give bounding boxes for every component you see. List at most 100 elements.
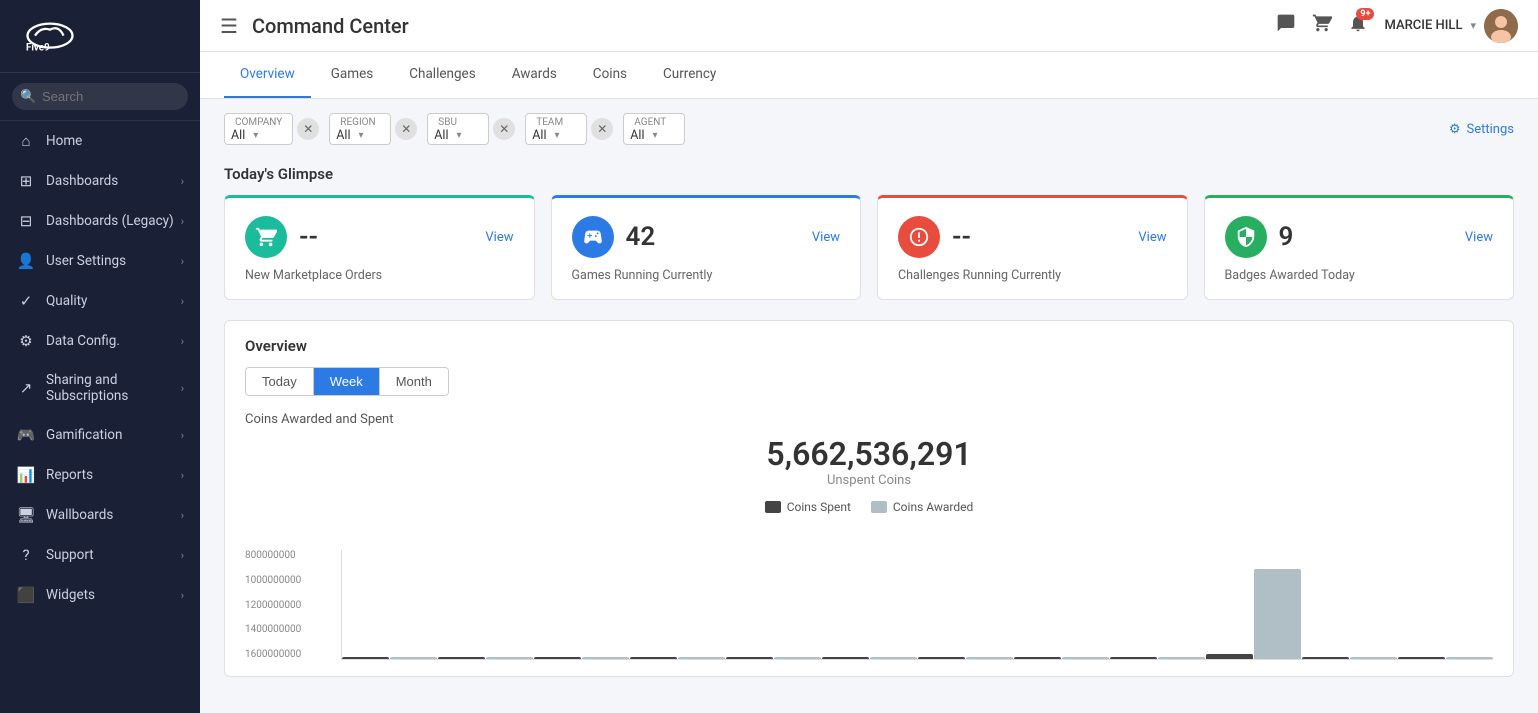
bar-group-10	[1302, 550, 1397, 659]
tab-overview[interactable]: Overview	[224, 52, 311, 98]
overview-section: Overview Today Week Month Coins Awarded …	[224, 320, 1514, 677]
sidebar-item-dashboards-legacy[interactable]: ⊟ Dashboards (Legacy) ›	[0, 201, 200, 241]
sidebar-item-quality[interactable]: ✓ Quality ›	[0, 281, 200, 321]
sbu-filter-select[interactable]: SBU All ▾	[427, 113, 489, 145]
bar-awarded-3	[678, 657, 725, 659]
tab-awards[interactable]: Awards	[496, 52, 573, 98]
sidebar-item-reports[interactable]: 📊 Reports ›	[0, 455, 200, 495]
sidebar-item-dashboards[interactable]: ⊞ Dashboards ›	[0, 161, 200, 201]
bar-spent-11	[1398, 657, 1445, 659]
period-month-button[interactable]: Month	[380, 368, 448, 395]
y-axis: 1600000000 1400000000 1200000000 1000000…	[245, 550, 325, 660]
period-today-button[interactable]: Today	[246, 368, 314, 395]
sbu-filter-remove[interactable]: ✕	[493, 118, 515, 140]
settings-link[interactable]: ⚙ Settings	[1449, 122, 1514, 137]
search-input[interactable]	[12, 83, 188, 110]
bar-group-1	[438, 550, 533, 659]
notification-icon-button[interactable]: 9+	[1348, 13, 1368, 38]
region-filter-select[interactable]: REGION All ▾	[329, 113, 391, 145]
games-view-link[interactable]: View	[812, 230, 840, 245]
chart-sub-label: Unspent Coins	[245, 473, 1493, 488]
glimpse-title: Today's Glimpse	[224, 165, 1514, 183]
sidebar-item-home[interactable]: ⌂ Home	[0, 121, 200, 161]
widgets-icon: ⬛	[16, 586, 36, 604]
sidebar-search-section: 🔍	[0, 73, 200, 121]
bar-awarded-5	[870, 657, 917, 659]
region-filter-group: REGION All ▾ ✕	[329, 113, 417, 145]
y-axis-label-2: 1200000000	[245, 600, 325, 611]
agent-filter-label: AGENT	[626, 116, 680, 128]
chat-icon-button[interactable]	[1276, 13, 1296, 38]
team-filter-remove[interactable]: ✕	[591, 118, 613, 140]
legend-awarded: Coins Awarded	[871, 500, 973, 514]
tab-challenges[interactable]: Challenges	[393, 52, 491, 98]
region-filter-label: REGION	[332, 116, 386, 128]
dashboards-legacy-icon: ⊟	[16, 212, 36, 230]
sidebar-label-wallboards: Wallboards	[46, 507, 181, 523]
region-filter-remove[interactable]: ✕	[395, 118, 417, 140]
sidebar-item-user-settings[interactable]: 👤 User Settings ›	[0, 241, 200, 281]
chevron-right-icon: ›	[181, 175, 184, 188]
header-actions: 9+ MARCIE HILL ▾	[1276, 9, 1518, 43]
sidebar-item-wallboards[interactable]: 🖥 Wallboards ›	[0, 495, 200, 535]
sidebar-item-data-config[interactable]: ⚙ Data Config. ›	[0, 321, 200, 361]
bar-group-2	[534, 550, 629, 659]
marketplace-value: --	[299, 222, 473, 252]
bar-spent-6	[918, 657, 965, 659]
chevron-right-icon-5: ›	[181, 335, 184, 348]
team-filter-label: TEAM	[528, 116, 582, 128]
home-icon: ⌂	[16, 132, 36, 150]
bar-awarded-8	[1158, 657, 1205, 659]
badges-view-link[interactable]: View	[1465, 230, 1493, 245]
sidebar-item-widgets[interactable]: ⬛ Widgets ›	[0, 575, 200, 615]
tab-currency[interactable]: Currency	[647, 52, 732, 98]
notification-badge: 9+	[1356, 8, 1374, 20]
period-week-button[interactable]: Week	[314, 368, 380, 395]
tab-coins[interactable]: Coins	[577, 52, 643, 98]
period-buttons: Today Week Month	[245, 367, 449, 396]
agent-filter-select[interactable]: AGENT All ▾	[623, 113, 685, 145]
chart-wrapper: 1600000000 1400000000 1200000000 1000000…	[245, 530, 1493, 660]
reports-icon: 📊	[16, 466, 36, 484]
sidebar-item-sharing[interactable]: ↗ Sharing and Subscriptions ›	[0, 361, 200, 415]
bar-awarded-6	[966, 657, 1013, 659]
sidebar-item-gamification[interactable]: 🎮 Gamification ›	[0, 415, 200, 455]
sidebar-label-support: Support	[46, 547, 181, 563]
sbu-filter-group: SBU All ▾ ✕	[427, 113, 515, 145]
marketplace-view-link[interactable]: View	[485, 230, 513, 245]
games-label: Games Running Currently	[572, 268, 841, 283]
sidebar-nav: ⌂ Home ⊞ Dashboards › ⊟ Dashboards (Lega…	[0, 121, 200, 713]
gear-icon: ⚙	[1449, 122, 1461, 137]
chevron-right-icon-7: ›	[181, 429, 184, 442]
sidebar: Five9 🔍 ⌂ Home ⊞ Dashboards › ⊟ Dashboar…	[0, 0, 200, 713]
gamification-icon: 🎮	[16, 426, 36, 444]
cart-icon-button[interactable]	[1312, 13, 1332, 38]
company-filter-remove[interactable]: ✕	[297, 118, 319, 140]
bar-group-11	[1398, 550, 1493, 659]
sidebar-label-data-config: Data Config.	[46, 333, 181, 349]
chevron-right-icon-8: ›	[181, 469, 184, 482]
company-filter-value: All	[227, 128, 249, 143]
challenges-view-link[interactable]: View	[1138, 230, 1166, 245]
sharing-icon: ↗	[16, 379, 36, 397]
legend-spent-dot	[765, 501, 781, 513]
data-config-icon: ⚙	[16, 332, 36, 350]
sidebar-item-support[interactable]: ? Support ›	[0, 535, 200, 575]
support-icon: ?	[16, 546, 36, 564]
content-area: Overview Games Challenges Awards Coins C…	[200, 52, 1538, 713]
chevron-right-icon-10: ›	[181, 549, 184, 562]
hamburger-menu-icon[interactable]: ☰	[220, 14, 238, 38]
challenge-icon	[898, 216, 940, 258]
company-filter-select[interactable]: COMPANY All ▾	[224, 113, 293, 145]
team-filter-select[interactable]: TEAM All ▾	[525, 113, 587, 145]
bar-group-0	[342, 550, 437, 659]
chevron-down-icon: ▾	[1470, 19, 1476, 32]
bar-spent-0	[342, 657, 389, 659]
chevron-right-icon-3: ›	[181, 255, 184, 268]
tab-games[interactable]: Games	[315, 52, 390, 98]
challenges-card: -- View Challenges Running Currently	[877, 195, 1188, 300]
user-menu[interactable]: MARCIE HILL ▾	[1384, 9, 1518, 43]
tabs-bar: Overview Games Challenges Awards Coins C…	[200, 52, 1538, 99]
bar-group-9	[1206, 550, 1301, 659]
quality-icon: ✓	[16, 292, 36, 310]
